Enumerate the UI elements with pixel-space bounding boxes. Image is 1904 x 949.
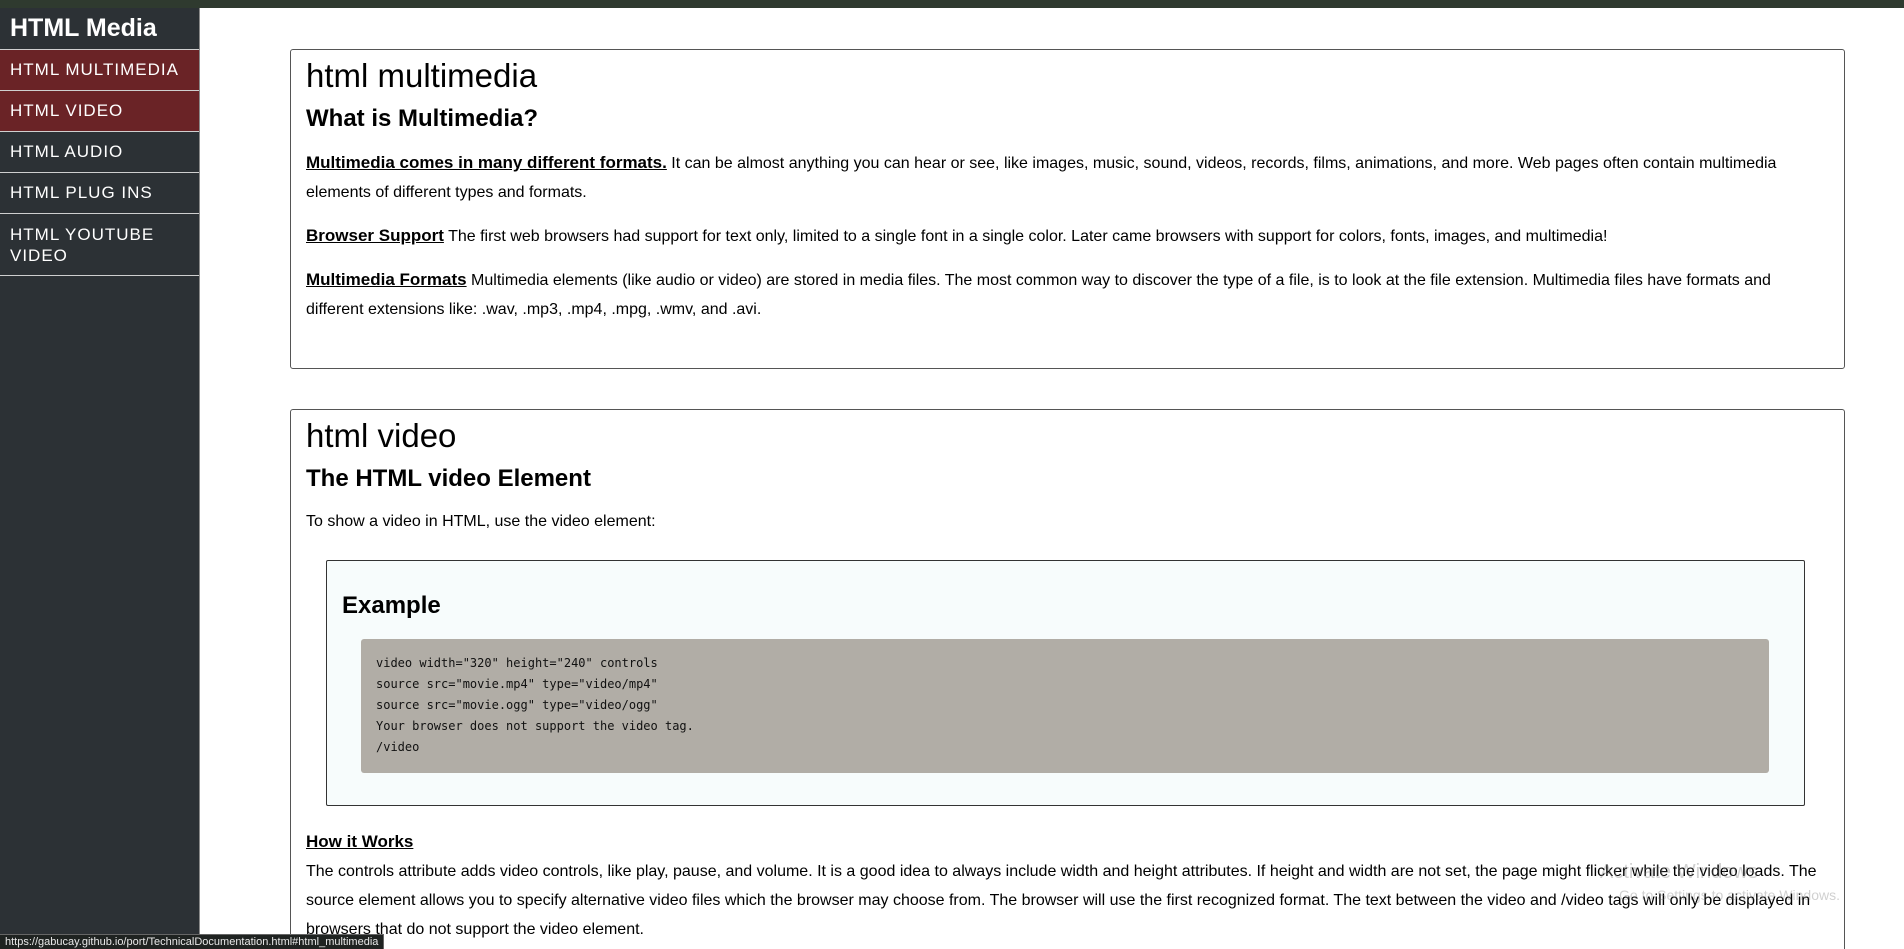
paragraph-browser-support: Browser Support The first web browsers h…	[306, 221, 1829, 251]
how-it-works-heading: How it Works	[306, 832, 414, 851]
example-box: Example video width="320" height="240" c…	[326, 560, 1805, 806]
paragraph-lead: Multimedia Formats	[306, 270, 467, 289]
code-line: source src="movie.ogg" type="video/ogg"	[376, 698, 658, 712]
section-title: html multimedia	[306, 57, 538, 94]
paragraph-formats: Multimedia comes in many different forma…	[306, 148, 1829, 207]
sidebar-brand: HTML Media	[0, 8, 199, 50]
sidebar-item-html-video[interactable]: HTML VIDEO	[0, 91, 199, 132]
code-line: Your browser does not support the video …	[376, 719, 694, 733]
activate-windows-subtext: Go to Settings to activate Windows.	[1619, 887, 1840, 903]
code-line: video width="320" height="240" controls	[376, 656, 658, 670]
section-intro: To show a video in HTML, use the video e…	[306, 513, 656, 530]
sidebar-item-html-youtube-video[interactable]: HTML YOUTUBE VIDEO	[0, 214, 199, 276]
section-title: html video	[306, 417, 457, 454]
sidebar-nav: HTML Media HTML MULTIMEDIA HTML VIDEO HT…	[0, 8, 200, 949]
paragraph-multimedia-formats: Multimedia Formats Multimedia elements (…	[306, 265, 1829, 324]
paragraph-text: The first web browsers had support for t…	[443, 228, 1608, 245]
section-subtitle: What is Multimedia?	[306, 105, 539, 132]
paragraph-lead: Multimedia comes in many different forma…	[306, 153, 667, 172]
main-content: html multimedia What is Multimedia? Mult…	[200, 8, 1904, 949]
activate-windows-watermark: Activate Windows	[1600, 861, 1758, 883]
section-html-multimedia: html multimedia What is Multimedia? Mult…	[290, 49, 1845, 369]
code-line: source src="movie.mp4" type="video/mp4"	[376, 677, 658, 691]
section-subtitle: The HTML video Element	[306, 465, 591, 492]
code-line: /video	[376, 740, 420, 754]
sidebar-item-html-audio[interactable]: HTML AUDIO	[0, 132, 199, 173]
link-status-bar: https://gabucay.github.io/port/Technical…	[0, 934, 385, 949]
paragraph-text: Multimedia elements (like audio or video…	[306, 272, 1771, 318]
sidebar-item-html-plug-ins[interactable]: HTML PLUG INS	[0, 173, 199, 214]
code-block: video width="320" height="240" controls …	[361, 639, 1769, 773]
sidebar-item-html-multimedia[interactable]: HTML MULTIMEDIA	[0, 50, 199, 91]
paragraph-lead: Browser Support	[306, 226, 444, 245]
window-top-bar	[0, 0, 1904, 8]
example-title: Example	[342, 592, 441, 619]
